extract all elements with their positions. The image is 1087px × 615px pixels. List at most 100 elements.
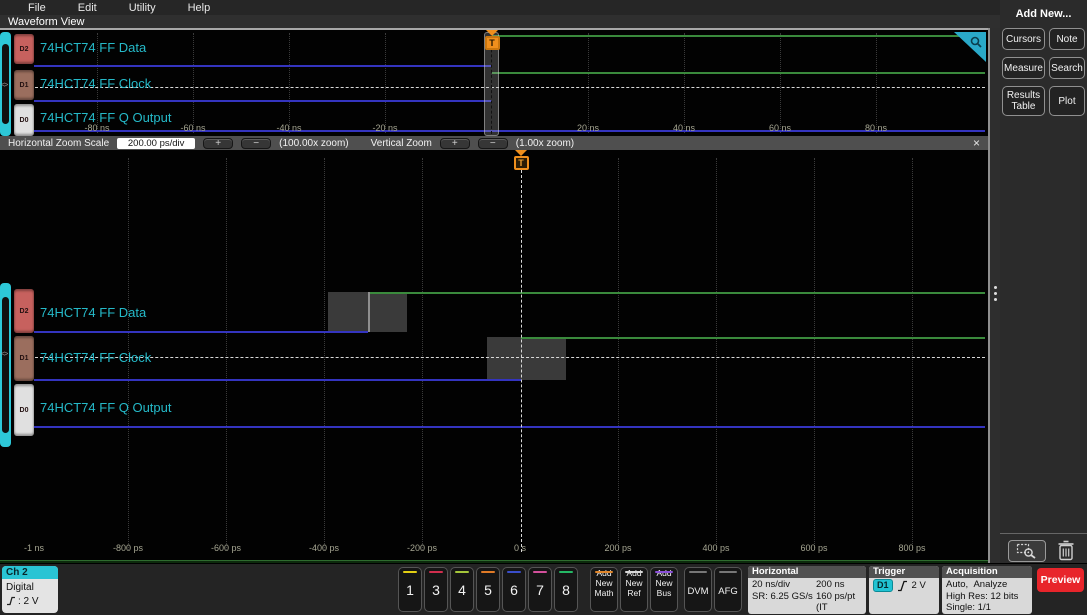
acquisition-badge[interactable]: Acquisition Auto, Analyze High Res: 12 b… bbox=[942, 566, 1032, 614]
note-button[interactable]: Note bbox=[1049, 28, 1085, 50]
panel-splitter[interactable] bbox=[988, 28, 1000, 563]
afg-stripe bbox=[719, 571, 737, 573]
channel-5-button[interactable]: 5 bbox=[476, 567, 500, 612]
waveform-segment bbox=[368, 292, 370, 332]
trigger-badge[interactable]: Trigger D1 2 V bbox=[869, 566, 939, 614]
waveform-segment bbox=[684, 33, 685, 133]
axis-tick-label: -200 ps bbox=[406, 543, 438, 553]
trigger-flag-zoom[interactable]: T bbox=[512, 150, 530, 170]
trigger-source-marker-zoom: <> bbox=[1, 351, 8, 358]
search-button[interactable]: Search bbox=[1049, 57, 1085, 79]
vertical-zoom-minus-button[interactable]: − bbox=[477, 137, 508, 149]
badge-d2[interactable]: D2 bbox=[14, 34, 34, 64]
horizontal-title: Horizontal bbox=[748, 566, 866, 578]
channel-8-button[interactable]: 8 bbox=[554, 567, 578, 612]
trigger-flag-overview[interactable]: T bbox=[483, 30, 501, 50]
measure-button[interactable]: Measure bbox=[1002, 57, 1045, 79]
channel-7-button[interactable]: 7 bbox=[528, 567, 552, 612]
zoom-close-icon[interactable]: × bbox=[973, 137, 980, 149]
waveform-segment bbox=[618, 158, 619, 550]
menu-help[interactable]: Help bbox=[188, 2, 211, 14]
waveform-zoom-view[interactable]: -1 ns -800 ps -600 ps -400 ps -200 ps 0 s 200 … bbox=[0, 150, 988, 560]
zoom-scale-bar: Horizontal Zoom Scale 200.00 ps/div + − … bbox=[0, 136, 988, 150]
vertical-zoom-plus-button[interactable]: + bbox=[439, 137, 470, 149]
axis-tick-label: 600 ps bbox=[800, 543, 828, 553]
channel-5-color-stripe bbox=[481, 571, 495, 573]
horizontal-zoom-scale-input[interactable]: 200.00 ps/div bbox=[117, 137, 196, 149]
menu-edit[interactable]: Edit bbox=[78, 2, 97, 14]
tab-waveform-view[interactable]: Waveform View bbox=[8, 16, 84, 28]
waveform-segment bbox=[289, 33, 290, 133]
badge-d1-label: D1 bbox=[19, 81, 29, 89]
waveform-segment bbox=[492, 35, 985, 37]
ch2-title: Ch 2 bbox=[2, 566, 58, 579]
horizontal-zoom-readout: (100.00x zoom) bbox=[279, 137, 349, 149]
channel-6-label: 6 bbox=[510, 582, 518, 598]
afg-label: AFG bbox=[718, 586, 738, 597]
horizontal-zoom-plus-button[interactable]: + bbox=[203, 137, 234, 149]
add-new-ref-button[interactable]: Add New Ref bbox=[620, 567, 648, 612]
channel-group-handle-zoom[interactable] bbox=[0, 283, 11, 447]
waveform-segment bbox=[30, 357, 985, 358]
badge-d0-label: D0 bbox=[19, 116, 29, 124]
badge-d1[interactable]: D1 bbox=[14, 70, 34, 100]
add-new-math-button[interactable]: Add New Math bbox=[590, 567, 618, 612]
channel-6-button[interactable]: 6 bbox=[502, 567, 526, 612]
bus-color-stripe bbox=[655, 571, 673, 573]
badge-d2-label: D2 bbox=[19, 45, 29, 53]
badge-d0[interactable]: D0 bbox=[14, 104, 34, 136]
zoom-mode-button[interactable] bbox=[1008, 540, 1046, 562]
menu-utility[interactable]: Utility bbox=[129, 2, 156, 14]
waveform-overview[interactable]: -80 ns -60 ns -40 ns -20 ns 20 ns 40 ns 60 ns 8… bbox=[0, 28, 988, 136]
add-new-title: Add New... bbox=[1015, 8, 1072, 20]
threshold-edge-icon bbox=[7, 597, 15, 606]
ch2-badge[interactable]: Ch 2 Digital : 2 V bbox=[2, 566, 58, 613]
badge-d2-zoom[interactable]: D2 bbox=[14, 289, 34, 333]
channel-1-button[interactable]: 1 bbox=[398, 567, 422, 612]
horizontal-zoom-minus-button[interactable]: − bbox=[241, 137, 272, 149]
acquisition-resolution: High Res: 12 bits bbox=[946, 590, 1019, 602]
channel-label-clock-zoom[interactable]: 74HCT74 FF Clock bbox=[40, 350, 151, 365]
horizontal-badge[interactable]: Horizontal 20 ns/div 200 ns SR: 6.25 GS/… bbox=[748, 566, 866, 614]
badge-d0-zoom[interactable]: D0 bbox=[14, 384, 34, 436]
waveform-segment bbox=[368, 292, 985, 294]
splitter-grip-icon bbox=[994, 286, 997, 289]
waveform-segment bbox=[492, 72, 985, 74]
channel-label-data-zoom[interactable]: 74HCT74 FF Data bbox=[40, 305, 146, 320]
afg-button[interactable]: AFG bbox=[714, 567, 742, 612]
menu-file[interactable]: File bbox=[28, 2, 46, 14]
channel-3-color-stripe bbox=[429, 571, 443, 573]
bus-line3: Bus bbox=[656, 588, 672, 599]
menu-bar: File Edit Utility Help bbox=[0, 0, 1000, 15]
waveform-segment bbox=[34, 331, 368, 333]
trigger-level: 2 V bbox=[911, 579, 926, 591]
delete-button[interactable] bbox=[1052, 538, 1080, 563]
channel-label-clock[interactable]: 74HCT74 FF Clock bbox=[40, 76, 151, 91]
channel-3-button[interactable]: 3 bbox=[424, 567, 448, 612]
channel-4-button[interactable]: 4 bbox=[450, 567, 474, 612]
view-tab-bar: Waveform View bbox=[0, 15, 1000, 28]
math-line1: Add bbox=[596, 568, 612, 578]
channel-label-data[interactable]: 74HCT74 FF Data bbox=[40, 40, 146, 55]
ref-line1: Add bbox=[626, 568, 642, 578]
trigger-source-chip: D1 bbox=[873, 579, 893, 592]
waveform-segment bbox=[814, 158, 815, 550]
dvm-button[interactable]: DVM bbox=[684, 567, 712, 612]
ref-line3: Ref bbox=[627, 588, 641, 599]
badge-d1-zoom-label: D1 bbox=[19, 355, 29, 362]
cursors-button[interactable]: Cursors bbox=[1002, 28, 1045, 50]
waveform-segment bbox=[34, 100, 492, 102]
results-table-button[interactable]: Results Table bbox=[1002, 86, 1045, 116]
add-new-bus-button[interactable]: Add New Bus bbox=[650, 567, 678, 612]
ch2-subtitle: Digital bbox=[6, 582, 34, 593]
channel-label-qoutput[interactable]: 74HCT74 FF Q Output bbox=[40, 110, 172, 125]
preview-button[interactable]: Preview bbox=[1037, 568, 1084, 592]
waveform-segment bbox=[487, 337, 566, 380]
trigger-flag-zoom-t-icon: T bbox=[513, 156, 529, 170]
badge-d0-zoom-label: D0 bbox=[19, 406, 29, 414]
badge-d1-zoom[interactable]: D1 bbox=[14, 336, 34, 381]
plot-button[interactable]: Plot bbox=[1049, 86, 1085, 116]
channel-3-label: 3 bbox=[432, 582, 440, 598]
axis-tick-label: 80 ns bbox=[864, 123, 888, 133]
channel-label-qoutput-zoom[interactable]: 74HCT74 FF Q Output bbox=[40, 400, 172, 415]
